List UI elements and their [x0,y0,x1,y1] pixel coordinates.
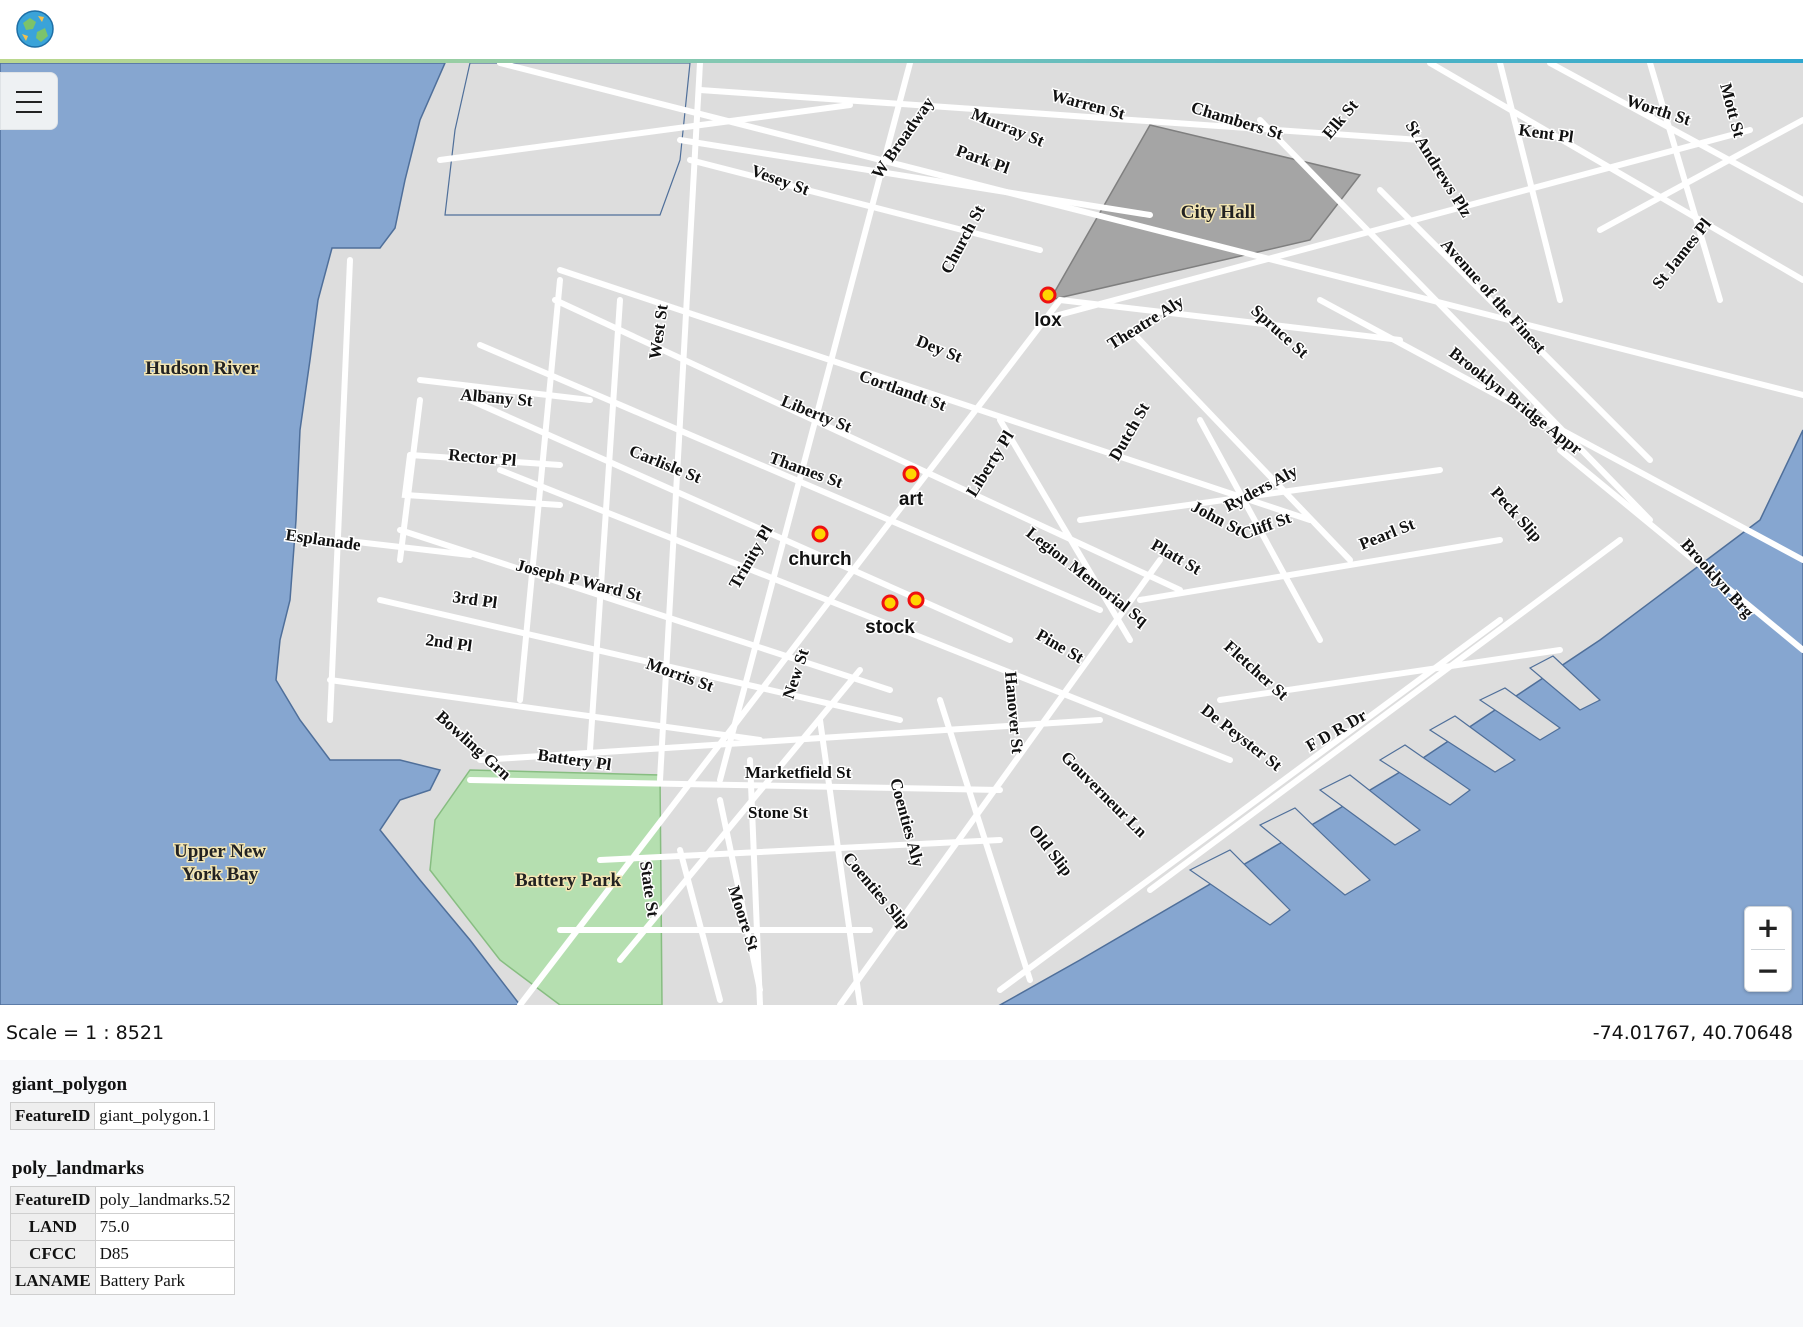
attribute-key: FeatureID [10,1186,96,1214]
status-bar: Scale = 1 : 8521 -74.01767, 40.70648 [0,1005,1803,1060]
attribute-table: FeatureID poly_landmarks.52 LAND 75.0 CF… [10,1186,236,1295]
layer-title: poly_landmarks [12,1158,144,1179]
top-bar [0,0,1803,60]
coordinate-readout: -74.01767, 40.70648 [1592,1022,1793,1044]
poi-label: art [899,489,924,510]
map-svg[interactable]: City Hall Battery Park Hudson River Uppe… [0,63,1803,1005]
attribute-value: Battery Park [94,1267,236,1295]
attribute-key: LANAME [10,1267,96,1295]
zoom-control: + − [1744,906,1792,992]
globe-icon[interactable] [14,8,56,50]
zoom-in-button[interactable]: + [1745,907,1791,949]
street-label: Stone St [748,803,808,822]
attribute-key: LAND [10,1213,96,1241]
poi-marker[interactable] [1039,286,1057,304]
hudson-river-label: Hudson River [145,358,259,379]
poi-label: lox [1034,310,1062,331]
city-hall-label: City Hall [1181,202,1255,223]
table-row: FeatureID giant_polygon.1 [9,1102,216,1130]
battery-park-label: Battery Park [515,870,621,891]
poi-marker[interactable] [811,525,829,543]
poi-label: stock [865,617,915,638]
attribute-value: poly_landmarks.52 [94,1186,236,1214]
menu-button[interactable] [0,72,58,130]
menu-icon [16,111,42,113]
map-canvas[interactable]: City Hall Battery Park Hudson River Uppe… [0,63,1803,1005]
attribute-key: FeatureID [9,1102,96,1130]
attribute-value: 75.0 [94,1213,236,1241]
layer-title: giant_polygon [12,1074,128,1095]
table-row: LAND 75.0 [10,1213,236,1241]
menu-icon [16,101,42,103]
table-row: CFCC D85 [10,1240,236,1268]
poi-marker[interactable] [881,594,899,612]
poi-label: church [788,549,851,570]
poi-marker[interactable] [907,591,925,609]
upper-bay-label-line1: Upper New [174,841,266,862]
attribute-value: D85 [94,1240,236,1268]
attribute-key: CFCC [10,1240,96,1268]
attribute-table: FeatureID giant_polygon.1 [9,1102,216,1130]
table-row: LANAME Battery Park [10,1267,236,1295]
menu-icon [16,91,42,93]
table-row: FeatureID poly_landmarks.52 [10,1186,236,1214]
street-label: Marketfield St [745,763,852,782]
pier-north [444,63,691,216]
attribute-value: giant_polygon.1 [94,1102,216,1130]
zoom-out-button[interactable]: − [1745,950,1791,992]
feature-info-panel: giant_polygon FeatureID giant_polygon.1 … [9,1060,610,1323]
scale-readout: Scale = 1 : 8521 [6,1022,165,1044]
poi-marker[interactable] [902,465,920,483]
upper-bay-label-line2: York Bay [182,864,259,885]
